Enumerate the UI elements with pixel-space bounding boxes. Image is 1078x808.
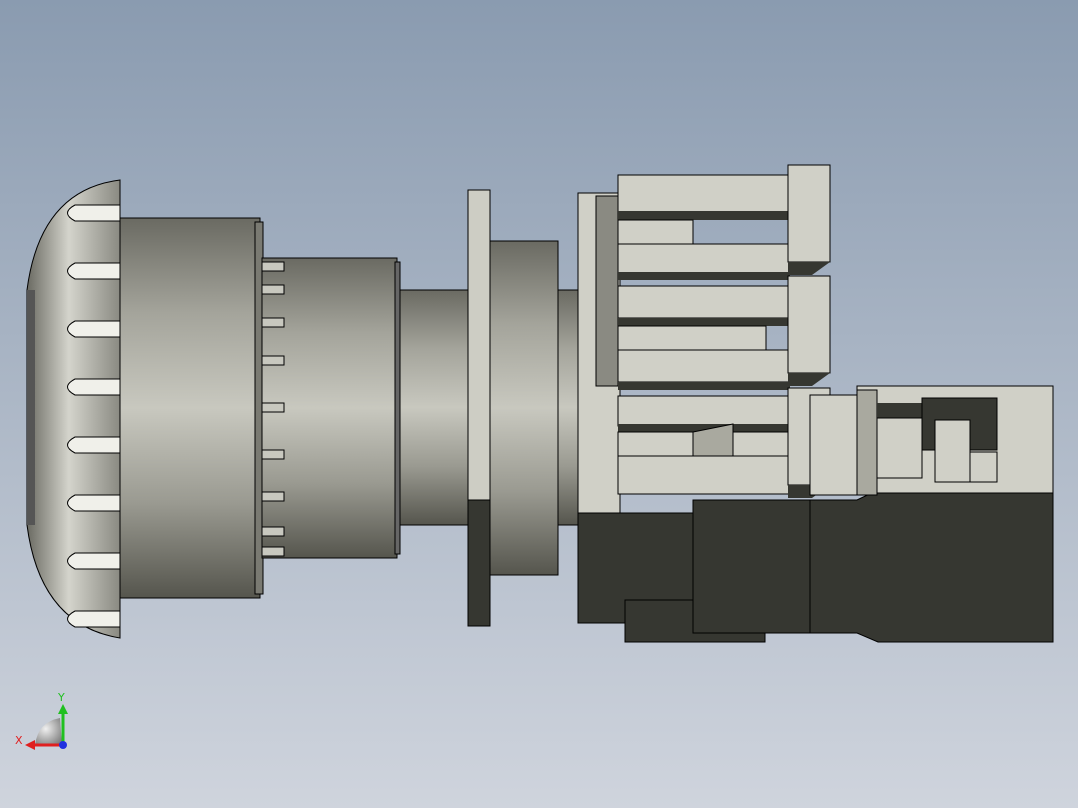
grip-ridge [67, 320, 121, 338]
cad-scene[interactable]: Y X [0, 0, 1078, 808]
grip-ridge [67, 610, 121, 628]
grip-ridge [67, 378, 121, 396]
collar-tooth [261, 491, 285, 502]
collar-tooth [261, 317, 285, 328]
grip-ridge [67, 436, 121, 454]
collar-tooth [261, 284, 285, 295]
mushroom-knob[interactable] [26, 179, 121, 639]
knob-edge [27, 290, 35, 525]
cad-3d-viewport[interactable]: Y X [0, 0, 1078, 808]
collar-tooth [261, 526, 285, 537]
y-axis-label: Y [57, 691, 65, 704]
neck [557, 289, 581, 526]
main-cylinder[interactable] [119, 217, 264, 599]
z-axis-dot [59, 741, 67, 749]
flange-plate[interactable] [467, 189, 491, 627]
x-axis-label: X [15, 734, 23, 747]
grip-ridge [67, 552, 121, 570]
shaft [399, 289, 471, 526]
collar-cylinder[interactable] [261, 257, 401, 559]
collar-tooth [261, 402, 285, 413]
collar-tooth [261, 261, 285, 272]
mounting-nut[interactable] [489, 240, 559, 576]
collar-tooth [261, 546, 285, 557]
grip-ridge [67, 494, 121, 512]
collar-tooth [261, 449, 285, 460]
grip-ridge [67, 262, 121, 280]
collar-tooth [261, 355, 285, 366]
grip-ridge [67, 204, 121, 222]
